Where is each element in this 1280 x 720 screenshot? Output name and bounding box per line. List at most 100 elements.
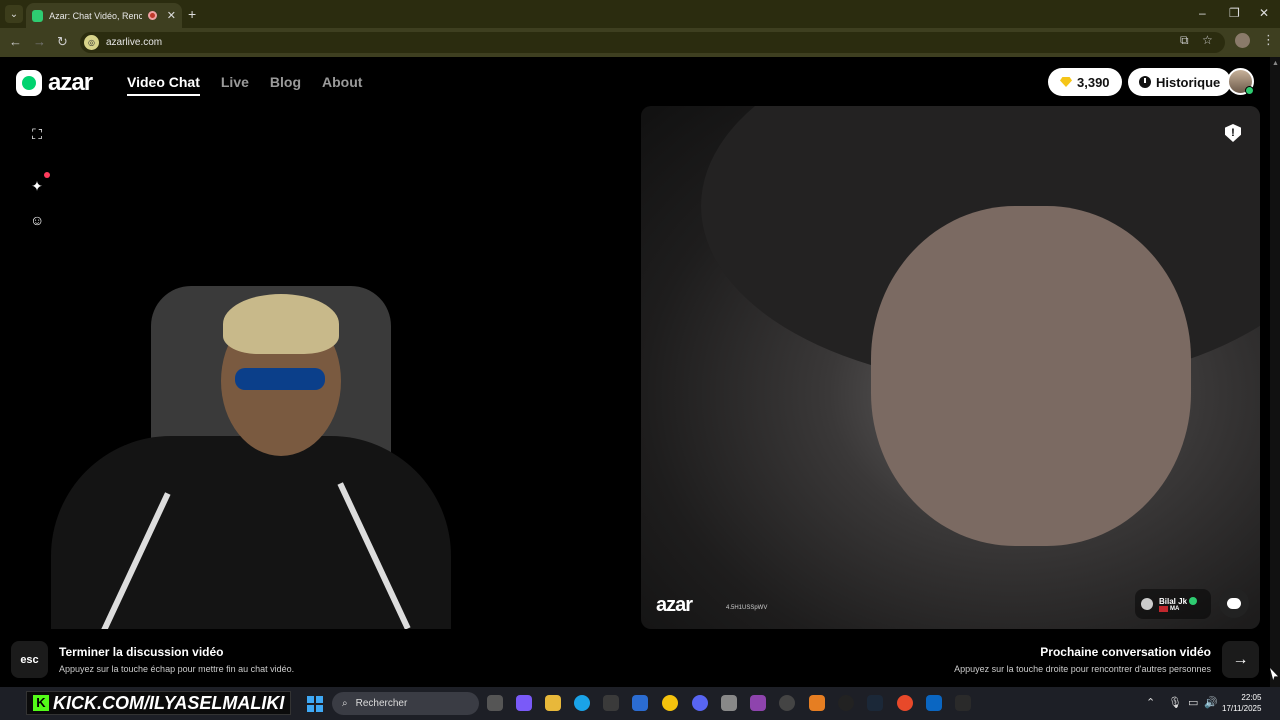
- taskbar-search[interactable]: ⌕ Rechercher: [332, 692, 479, 715]
- scroll-up-arrow-icon[interactable]: ▲: [1272, 60, 1279, 67]
- forward-arrow-icon[interactable]: →: [33, 34, 46, 49]
- reload-icon[interactable]: ↻: [57, 34, 68, 50]
- azar-favicon-icon: [32, 9, 44, 22]
- copilot-icon[interactable]: [516, 695, 532, 711]
- history-label: Historique: [1156, 74, 1221, 90]
- azar-logo[interactable]: azar: [16, 69, 93, 97]
- clock-date: 17/11/2025: [1222, 704, 1262, 713]
- volume-icon[interactable]: 🔊: [1204, 696, 1218, 709]
- self-video-panel: ⛶ ✦ ☺: [11, 106, 630, 629]
- next-chat-hint: Prochaine conversation vidéo Appuyez sur…: [954, 641, 1259, 678]
- end-chat-title: Terminer la discussion vidéo: [59, 645, 224, 659]
- url-text: azarlive.com: [106, 37, 163, 48]
- morocco-flag-icon: [1159, 605, 1168, 612]
- nav-blog[interactable]: Blog: [270, 74, 301, 96]
- chat-bubble-icon: [1227, 597, 1241, 609]
- address-bar[interactable]: ◎ azarlive.com: [80, 32, 1225, 53]
- face-filter-icon[interactable]: ☺: [30, 213, 44, 227]
- clock-time: 22:05: [1241, 693, 1262, 702]
- tab-search-button[interactable]: ⌄: [5, 5, 23, 23]
- end-chat-subtitle: Appuyez sur la touche échap pour mettre …: [59, 664, 295, 674]
- stream-overlay-text: KICK.COM/ILYASELMALIKI: [53, 692, 285, 713]
- install-app-icon[interactable]: ⧉: [1180, 33, 1189, 48]
- browser-profile-icon[interactable]: [1235, 33, 1250, 48]
- tab-title: Azar: Chat Vidéo, Rencontr: [49, 10, 143, 21]
- gems-count: 3,390: [1077, 74, 1110, 90]
- history-button[interactable]: Historique: [1128, 68, 1232, 96]
- recording-indicator-icon: [148, 11, 157, 20]
- azar-site: azar Video Chat Live Blog About 3,390 Hi…: [0, 57, 1270, 687]
- nav-live[interactable]: Live: [221, 74, 249, 96]
- show-hidden-icons-icon[interactable]: ⌃: [1146, 696, 1155, 709]
- partner-video-panel: ! azar 4.5H1USSpWV Bilal Jk MA: [641, 106, 1260, 629]
- steam-icon[interactable]: [867, 695, 883, 711]
- browser-toolbar: ← → ↻ ◎ azarlive.com ⧉ ☆ ⋮: [0, 28, 1280, 57]
- partner-country-row: MA: [1159, 605, 1197, 612]
- chat-bubble-button[interactable]: [1219, 588, 1249, 618]
- taskbar-app-icon[interactable]: [897, 695, 913, 711]
- discord-icon[interactable]: [692, 695, 708, 711]
- nav-video-chat[interactable]: Video Chat: [127, 74, 200, 96]
- close-window-button[interactable]: ✕: [1259, 6, 1269, 20]
- fullscreen-icon[interactable]: ⛶: [30, 127, 44, 141]
- main-nav: Video Chat Live Blog About: [127, 74, 362, 96]
- logo-text: azar: [48, 69, 93, 96]
- page-scrollbar[interactable]: [1270, 57, 1280, 687]
- gems-balance-button[interactable]: 3,390: [1048, 68, 1122, 96]
- next-chat-title: Prochaine conversation vidéo: [1040, 645, 1211, 659]
- windows-start-icon[interactable]: [307, 696, 323, 712]
- maximize-button[interactable]: ❐: [1229, 6, 1240, 20]
- outlook-icon[interactable]: [632, 695, 648, 711]
- minimize-button[interactable]: –: [1199, 6, 1206, 20]
- search-placeholder: Rechercher: [355, 698, 408, 709]
- partner-avatar-icon: [1141, 598, 1153, 610]
- taskbar-clock[interactable]: 22:05 17/11/2025: [1222, 692, 1261, 714]
- back-arrow-icon[interactable]: ←: [9, 34, 22, 49]
- taskbar-app-icon[interactable]: [809, 695, 825, 711]
- partner-name: Bilal Jk: [1159, 596, 1188, 606]
- task-view-icon[interactable]: [487, 695, 503, 711]
- microphone-icon[interactable]: 🎙: [1168, 696, 1182, 709]
- self-video-hair: [223, 294, 339, 354]
- obs-icon[interactable]: [779, 695, 795, 711]
- search-icon: ⌕: [342, 698, 348, 709]
- taskbar-app-icon[interactable]: [721, 695, 737, 711]
- new-tab-button[interactable]: +: [188, 6, 196, 22]
- partner-country: MA: [1170, 605, 1180, 612]
- nav-about[interactable]: About: [322, 74, 362, 96]
- stream-overlay-banner: K KICK.COM/ILYASELMALIKI: [26, 691, 292, 715]
- partner-profile-chip[interactable]: Bilal Jk MA: [1135, 589, 1211, 619]
- azar-logo-icon: [16, 70, 42, 96]
- verified-badge-icon: [1189, 597, 1198, 606]
- bookmark-star-icon[interactable]: ☆: [1202, 33, 1213, 47]
- linkedin-icon[interactable]: [926, 695, 942, 711]
- browser-tab-strip: ⌄ Azar: Chat Vidéo, Rencontr ✕ + – ❐ ✕: [0, 0, 1280, 28]
- store-icon[interactable]: [603, 695, 619, 711]
- clock-icon: [1139, 76, 1151, 88]
- taskbar-app-icon[interactable]: [838, 695, 854, 711]
- end-chat-hint: esc Terminer la discussion vidéo Appuyez…: [11, 641, 294, 678]
- gem-icon: [1060, 77, 1072, 87]
- partner-video-face: [871, 206, 1191, 546]
- online-status-dot: [1245, 86, 1254, 95]
- file-explorer-icon[interactable]: [545, 695, 561, 711]
- tab-close-icon[interactable]: ✕: [167, 9, 176, 22]
- browser-tab[interactable]: Azar: Chat Vidéo, Rencontr ✕: [26, 3, 182, 28]
- video-watermark-id: 4.5H1USSpWV: [726, 605, 768, 611]
- chrome-icon[interactable]: [662, 695, 678, 711]
- partner-name-row: Bilal Jk: [1159, 596, 1198, 606]
- gamepad-icon[interactable]: [750, 695, 766, 711]
- next-arrow-button[interactable]: →: [1222, 641, 1259, 678]
- site-info-icon[interactable]: ◎: [84, 35, 99, 50]
- browser-menu-icon[interactable]: ⋮: [1262, 32, 1275, 48]
- self-video-sunglasses: [235, 368, 325, 390]
- network-icon[interactable]: ▭: [1188, 696, 1198, 709]
- sparkle-effects-icon[interactable]: ✦: [30, 179, 44, 193]
- edge-icon[interactable]: [574, 695, 590, 711]
- next-chat-subtitle: Appuyez sur la touche droite pour rencon…: [954, 664, 1211, 674]
- kick-logo-icon: K: [33, 695, 49, 711]
- epic-games-icon[interactable]: [955, 695, 971, 711]
- notification-dot: [44, 172, 50, 178]
- esc-key-button[interactable]: esc: [11, 641, 48, 678]
- video-watermark-logo: azar: [656, 594, 693, 616]
